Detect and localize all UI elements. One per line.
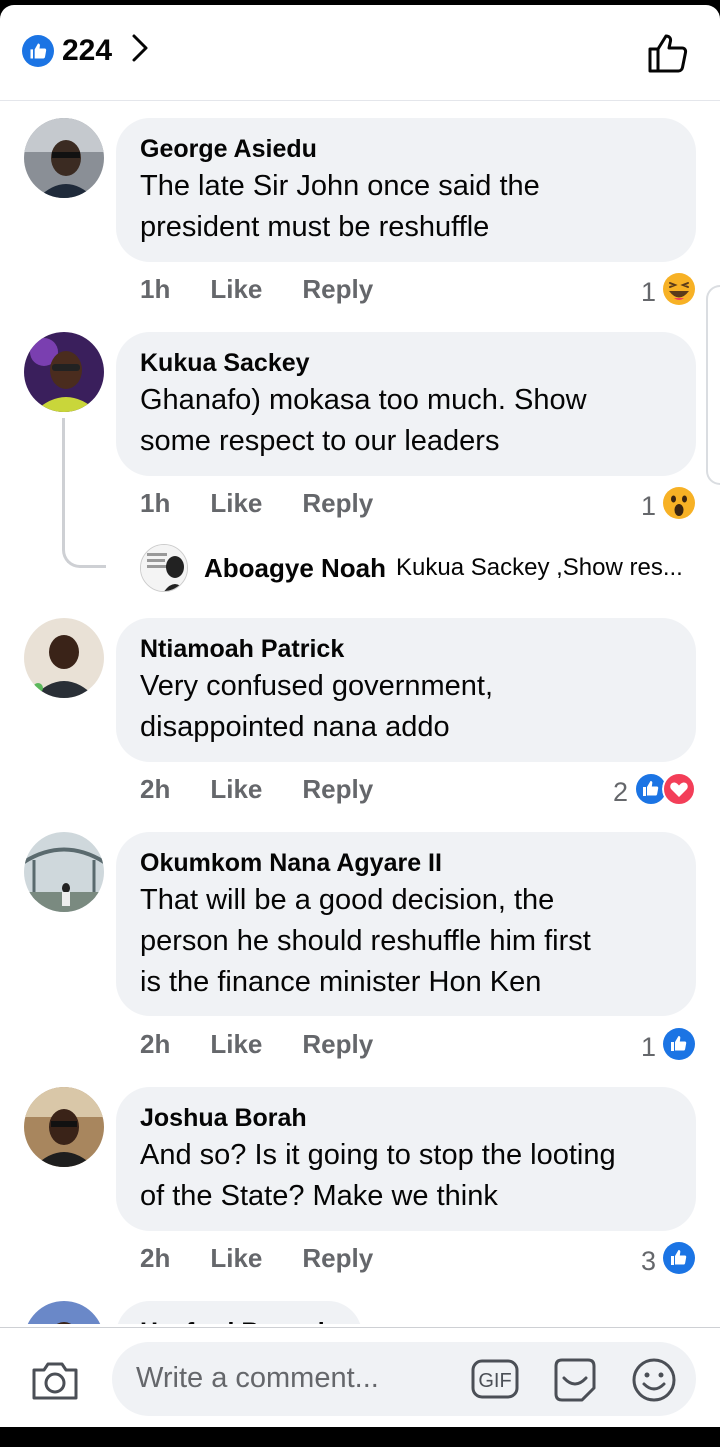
reply-preview[interactable]: Aboagye Noah Kukua Sackey ,Show res...	[140, 544, 683, 592]
comment-text: And so? Is it going to stop the looting	[140, 1139, 616, 1171]
like-reaction-icon	[662, 1241, 696, 1282]
like-reaction-icon	[662, 1027, 696, 1068]
reaction-count: 2	[612, 777, 628, 807]
reaction-summary[interactable]: 1	[641, 486, 696, 527]
wow-emoji-icon	[662, 486, 696, 527]
reaction-summary[interactable]: 3	[641, 1241, 696, 1282]
comment-composer: Write a comment... GIF	[0, 1327, 720, 1427]
comment-meta: 2h Like Reply	[140, 1029, 373, 1060]
comment-text: That will be a good decision, the	[140, 884, 555, 916]
comment-input-placeholder: Write a comment...	[136, 1362, 379, 1394]
avatar[interactable]	[24, 118, 104, 198]
comment-meta: 2h Like Reply	[140, 774, 373, 805]
like-reaction-icon	[22, 34, 54, 67]
reaction-summary[interactable]: 1	[641, 272, 696, 313]
like-count: 224	[62, 33, 113, 67]
comment-list: George Asiedu The late Sir John once sai…	[0, 102, 720, 1324]
commenter-name[interactable]: Joshua Borah	[140, 1101, 672, 1135]
comment-time: 1h	[140, 488, 171, 518]
comment-text: Ghanafo) mokasa too much. Show	[140, 384, 587, 416]
comment-text: Very confused government,	[140, 670, 494, 702]
like-post-button[interactable]	[646, 31, 690, 80]
reply-link[interactable]: Reply	[302, 1029, 373, 1060]
reaction-count: 3	[640, 1246, 656, 1276]
comment-text: The late Sir John once said the	[140, 170, 540, 202]
like-link[interactable]: Like	[210, 1029, 262, 1060]
avatar[interactable]	[24, 618, 104, 698]
comment-meta: 2h Like Reply	[140, 1243, 373, 1274]
avatar[interactable]	[24, 1087, 104, 1167]
reaction-summary[interactable]: 2	[613, 772, 696, 813]
reaction-count: 1	[640, 1032, 656, 1062]
comment-time: 1h	[140, 274, 171, 304]
comment-meta: 1h Like Reply	[140, 488, 373, 519]
reactions-summary[interactable]: 224	[22, 33, 150, 68]
love-reaction-icon	[662, 772, 696, 813]
commenter-name[interactable]: Hexford Bonsah	[140, 1315, 338, 1324]
comment-bubble[interactable]: Okumkom Nana Agyare II That will be a go…	[116, 832, 696, 1016]
avatar[interactable]	[24, 832, 104, 912]
reply-link[interactable]: Reply	[302, 274, 373, 305]
avatar[interactable]	[24, 332, 104, 412]
comment-time: 2h	[140, 774, 171, 804]
sticker-icon[interactable]	[550, 1356, 600, 1409]
reply-link[interactable]: Reply	[302, 1243, 373, 1274]
avatar[interactable]	[24, 1301, 104, 1324]
reply-preview-text: Kukua Sackey ,Show res...	[396, 554, 683, 581]
reaction-summary[interactable]: 1	[641, 1027, 696, 1068]
comments-screen: 224 George Asiedu The late Sir John once…	[0, 5, 720, 1427]
comment-input[interactable]: Write a comment... GIF	[112, 1342, 696, 1416]
reply-link[interactable]: Reply	[302, 774, 373, 805]
comment-text: of the State? Make we think	[140, 1180, 498, 1212]
reaction-count: 1	[640, 491, 656, 521]
haha-emoji-icon	[662, 272, 696, 313]
comment-meta: 1h Like Reply	[140, 274, 373, 305]
comment-text: is the finance minister Hon Ken	[140, 966, 542, 998]
comment-bubble[interactable]: Kukua Sackey Ghanafo) mokasa too much. S…	[116, 332, 696, 476]
comment-time: 2h	[140, 1029, 171, 1059]
comment-bubble[interactable]: Hexford Bonsah	[116, 1301, 362, 1324]
thread-connector	[62, 418, 106, 568]
gif-label: GIF	[478, 1370, 511, 1392]
comment-text: person he should reshuffle him first	[140, 925, 591, 957]
commenter-name[interactable]: Ntiamoah Patrick	[140, 632, 672, 666]
chevron-right-icon	[130, 33, 150, 68]
like-link[interactable]: Like	[210, 1243, 262, 1274]
reaction-count: 1	[640, 277, 656, 307]
comment-text: disappointed nana addo	[140, 711, 450, 743]
like-link[interactable]: Like	[210, 774, 262, 805]
avatar[interactable]	[140, 544, 188, 592]
commenter-name[interactable]: Okumkom Nana Agyare II	[140, 846, 672, 880]
comment-time: 2h	[140, 1243, 171, 1273]
gif-button[interactable]: GIF	[470, 1358, 520, 1405]
like-link[interactable]: Like	[210, 274, 262, 305]
comment-bubble[interactable]: George Asiedu The late Sir John once sai…	[116, 118, 696, 262]
like-link[interactable]: Like	[210, 488, 262, 519]
comment-text: president must be reshuffle	[140, 211, 490, 243]
comment-bubble[interactable]: Joshua Borah And so? Is it going to stop…	[116, 1087, 696, 1231]
thumbs-up-icon	[646, 34, 690, 79]
reply-author-name[interactable]: Aboagye Noah	[204, 553, 386, 584]
comment-text: some respect to our leaders	[140, 425, 500, 457]
reply-link[interactable]: Reply	[302, 488, 373, 519]
reactions-header: 224	[0, 5, 720, 101]
commenter-name[interactable]: George Asiedu	[140, 132, 672, 166]
emoji-icon[interactable]	[630, 1356, 678, 1409]
camera-icon[interactable]	[30, 1358, 80, 1407]
comment-bubble[interactable]: Ntiamoah Patrick Very confused governmen…	[116, 618, 696, 762]
commenter-name[interactable]: Kukua Sackey	[140, 346, 672, 380]
